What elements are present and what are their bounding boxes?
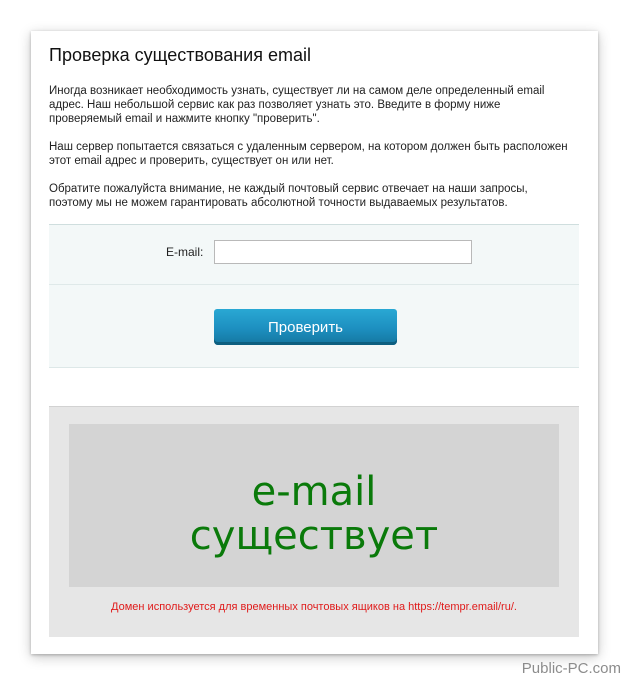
intro-paragraph-3: Обратите пожалуйста внимание, не каждый …: [49, 183, 528, 209]
result-message: e-mail существует: [190, 470, 438, 558]
check-form: E-mail: Проверить: [49, 224, 579, 368]
result-note: Домен используется для временных почтовы…: [111, 601, 517, 613]
intro-paragraph-1: Иногда возникает необходимость узнать, с…: [49, 85, 545, 125]
result-panel: e-mail существует Домен используется для…: [49, 406, 579, 637]
result-line-exists: существует: [189, 512, 439, 559]
watermark: Public-PC.com: [521, 660, 621, 677]
email-form-row: E-mail:: [49, 225, 579, 285]
result-box: e-mail существует: [69, 424, 559, 587]
page-title: Проверка существования email: [49, 45, 311, 65]
result-line-email: e-mail: [251, 468, 377, 515]
intro-paragraph-2: Наш сервер попытается связаться с удален…: [49, 141, 568, 167]
email-check-card: Проверка существования email Иногда возн…: [31, 31, 598, 654]
intro-text: Иногда возникает необходимость узнать, с…: [49, 84, 574, 224]
email-input[interactable]: [214, 240, 472, 264]
check-button[interactable]: Проверить: [214, 309, 397, 345]
email-label: E-mail:: [166, 245, 204, 259]
